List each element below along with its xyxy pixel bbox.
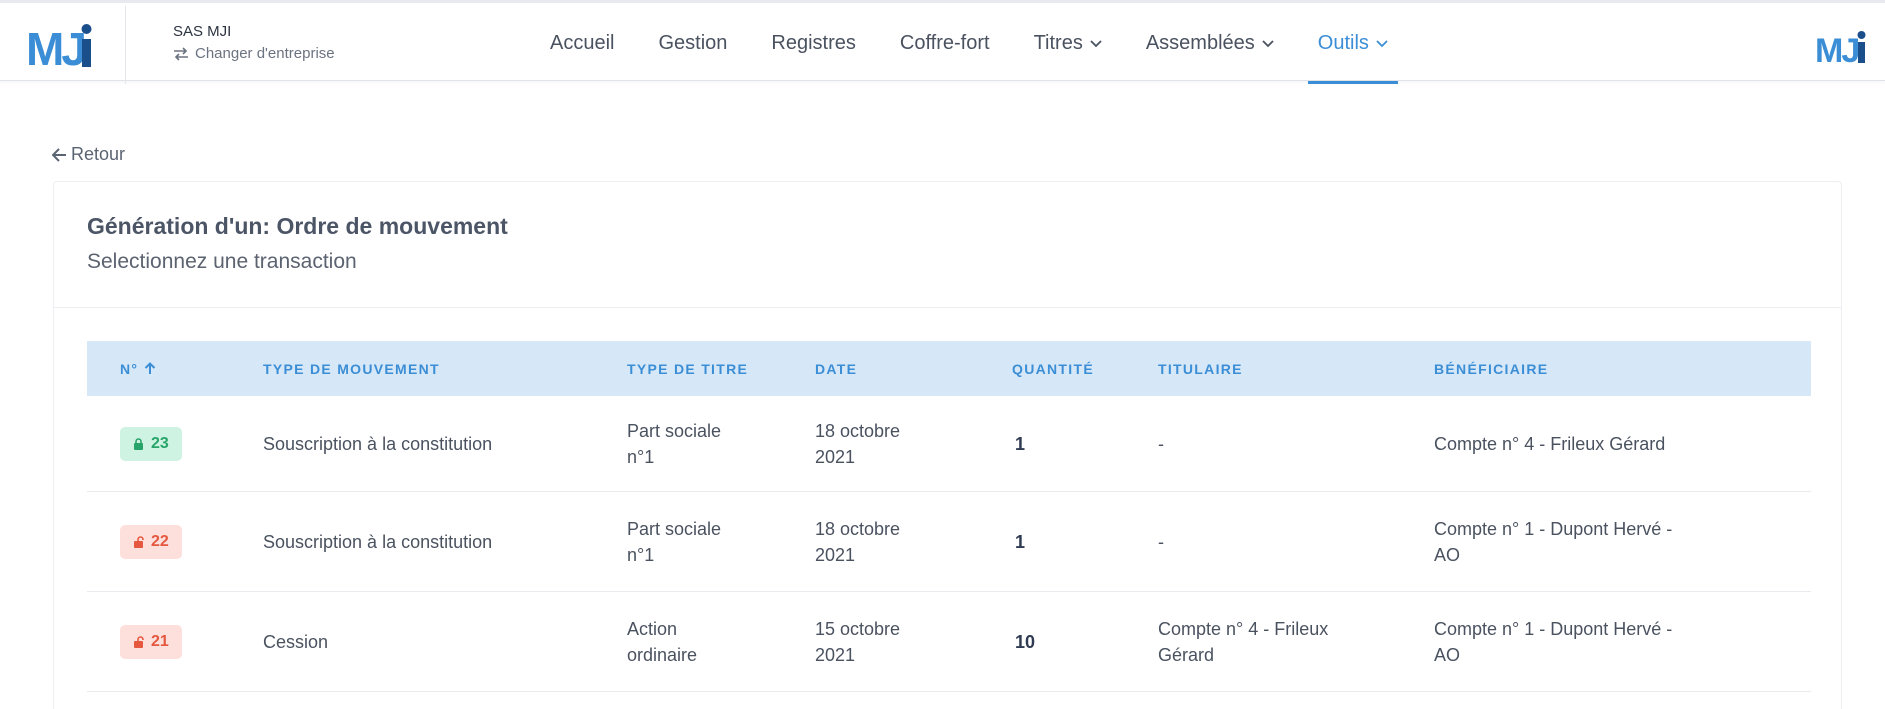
cell-line: Compte n° 1 - Dupont Hervé -	[1434, 618, 1673, 639]
company-name: SAS MJI	[173, 23, 232, 40]
date-cell: 18 octobre 2021	[815, 492, 900, 591]
page-title: Génération d'un: Ordre de mouvement	[87, 213, 508, 239]
security-type-cell: Part sociale n°1	[627, 492, 721, 591]
transactions-table: N° TYPE DE MOUVEMENT TYPE DE TITRE DATE …	[87, 341, 1811, 692]
back-link[interactable]: Retour	[52, 144, 125, 165]
transaction-card: Génération d'un: Ordre de mouvement Sele…	[53, 181, 1842, 709]
movement-type-cell: Souscription à la constitution	[263, 433, 493, 454]
cell-line: Compte n° 4 - Frileux	[1158, 618, 1329, 639]
sort-ascending-icon	[145, 362, 156, 374]
column-header-movement-type[interactable]: TYPE DE MOUVEMENT	[263, 341, 440, 396]
nav-outils[interactable]: Outils	[1307, 3, 1399, 84]
cell-line: n°1	[627, 446, 655, 467]
cell-line: 2021	[815, 644, 856, 665]
date-cell: 18 octobre 2021	[815, 396, 900, 491]
arrow-left-icon	[52, 147, 66, 162]
nav-coffre-fort[interactable]: Coffre-fort	[890, 3, 1000, 84]
column-header-security-type[interactable]: TYPE DE TITRE	[627, 341, 748, 396]
company-switcher[interactable]: SAS MJI Changer d'entreprise	[173, 23, 335, 62]
top-navbar: MJ SAS MJI Changer d'entreprise Accueil …	[0, 0, 1885, 84]
column-header-date[interactable]: DATE	[815, 341, 857, 396]
cell-line: 18 octobre	[815, 420, 901, 441]
table-row[interactable]: 22 Souscription à la constitution Part s…	[87, 492, 1811, 592]
unlock-icon	[134, 535, 144, 548]
quantity-cell: 1	[1015, 433, 1026, 454]
nav-label: Titres	[1033, 32, 1083, 54]
beneficiary-cell: Compte n° 1 - Dupont Hervé - AO	[1434, 592, 1672, 691]
transaction-number: 23	[151, 434, 169, 452]
date-cell: 15 octobre 2021	[815, 592, 900, 691]
cell-line: 15 octobre	[815, 618, 901, 639]
company-logo[interactable]: MJ	[26, 17, 98, 69]
cell-line: Compte n° 1 - Dupont Hervé -	[1434, 518, 1673, 539]
chevron-down-icon	[1262, 39, 1274, 47]
transaction-number: 22	[151, 532, 169, 550]
lock-icon	[134, 437, 143, 450]
row-number-cell: 21	[120, 592, 182, 691]
transaction-number-badge: 22	[120, 524, 182, 559]
chevron-down-icon	[1376, 39, 1388, 47]
security-type-cell: Action ordinaire	[627, 592, 697, 691]
column-label: N°	[120, 360, 139, 377]
row-number-cell: 22	[120, 492, 182, 591]
quantity-cell: 10	[1015, 631, 1036, 652]
nav-accueil[interactable]: Accueil	[540, 3, 624, 84]
table-header: N° TYPE DE MOUVEMENT TYPE DE TITRE DATE …	[87, 341, 1811, 396]
page-subtitle: Selectionnez une transaction	[87, 250, 357, 273]
holder-cell: -	[1158, 531, 1164, 552]
transaction-number-badge: 23	[120, 426, 182, 461]
nav-registres[interactable]: Registres	[761, 3, 865, 84]
unlock-icon	[134, 635, 144, 648]
svg-text:MJ: MJ	[26, 23, 84, 69]
column-header-beneficiary[interactable]: BÉNÉFICIAIRE	[1434, 341, 1548, 396]
transaction-number-badge: 21	[120, 624, 182, 659]
nav-label: Registres	[771, 32, 856, 54]
cell-line: Part sociale	[627, 518, 722, 539]
beneficiary-cell: Compte n° 1 - Dupont Hervé - AO	[1434, 492, 1672, 591]
nav-label: Assemblées	[1145, 32, 1255, 54]
nav-label: Gestion	[658, 32, 728, 54]
cell-line: 18 octobre	[815, 518, 901, 539]
cell-line: AO	[1434, 544, 1461, 565]
nav-label: Outils	[1317, 32, 1369, 54]
table-row[interactable]: 23 Souscription à la constitution Part s…	[87, 396, 1811, 492]
change-company-link[interactable]: Changer d'entreprise	[173, 45, 335, 62]
cell-line: Action	[627, 618, 678, 639]
card-header: Génération d'un: Ordre de mouvement Sele…	[54, 182, 1841, 308]
beneficiary-cell: Compte n° 4 - Frileux Gérard	[1434, 433, 1666, 454]
cell-line: n°1	[627, 544, 655, 565]
row-number-cell: 23	[120, 396, 182, 491]
column-header-quantity[interactable]: QUANTITÉ	[1012, 341, 1094, 396]
movement-type-cell: Cession	[263, 631, 329, 652]
movement-type-cell: Souscription à la constitution	[263, 531, 493, 552]
svg-text:MJ: MJ	[1815, 32, 1858, 65]
chevron-down-icon	[1090, 39, 1102, 47]
holder-cell: -	[1158, 433, 1164, 454]
nav-label: Coffre-fort	[899, 32, 990, 54]
cell-line: AO	[1434, 644, 1461, 665]
cell-line: ordinaire	[627, 644, 698, 665]
cell-line: Part sociale	[627, 420, 722, 441]
cell-line: 2021	[815, 446, 856, 467]
nav-assemblees[interactable]: Assemblées	[1136, 3, 1284, 84]
change-company-label: Changer d'entreprise	[195, 45, 335, 62]
swap-arrows-icon	[174, 46, 188, 61]
security-type-cell: Part sociale n°1	[627, 396, 721, 491]
main-nav: Accueil Gestion Registres Coffre-fort Ti…	[540, 3, 1422, 84]
transaction-number: 21	[151, 632, 169, 650]
quantity-cell: 1	[1015, 531, 1026, 552]
header-divider	[125, 6, 126, 84]
cell-line: Gérard	[1158, 644, 1215, 665]
column-header-holder[interactable]: TITULAIRE	[1158, 341, 1243, 396]
nav-gestion[interactable]: Gestion	[648, 3, 737, 84]
holder-cell: Compte n° 4 - Frileux Gérard	[1158, 592, 1328, 691]
back-label: Retour	[71, 144, 126, 164]
table-row[interactable]: 21 Cession Action ordinaire 15 octobre 202…	[87, 592, 1811, 692]
nav-titres[interactable]: Titres	[1024, 3, 1112, 84]
cell-line: 2021	[815, 544, 856, 565]
nav-label: Accueil	[550, 32, 615, 54]
app-logo[interactable]: MJ	[1815, 25, 1871, 65]
column-header-number[interactable]: N°	[120, 341, 156, 396]
